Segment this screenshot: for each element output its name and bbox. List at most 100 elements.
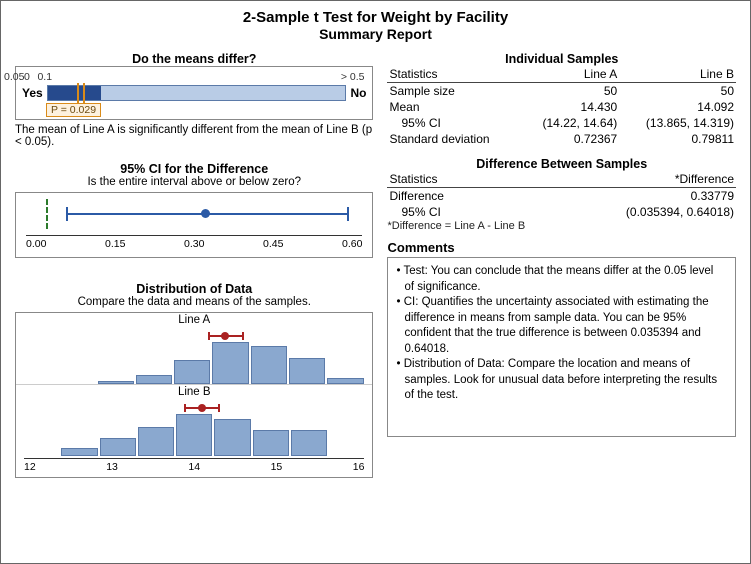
stat-name: Sample size [387, 83, 519, 100]
dist-x-3: 15 [271, 461, 283, 473]
dist-label-a: Line A [16, 313, 372, 326]
mean-ci-rcap-b [218, 404, 220, 412]
ci-axis: 0.00 0.15 0.30 0.45 0.60 [26, 235, 362, 251]
page-title: 2-Sample t Test for Weight by Facility [1, 9, 750, 26]
individual-samples-table: Statistics Line A Line B Sample size 50 … [387, 66, 736, 147]
significant-region [48, 86, 102, 100]
difference-table: Statistics *Difference Difference 0.3377… [387, 171, 736, 220]
hist-line-b [24, 398, 364, 456]
page-subtitle: Summary Report [1, 26, 750, 42]
hist-bar [136, 375, 172, 384]
table-row: 95% CI (14.22, 14.64) (13.865, 14.319) [387, 115, 736, 131]
comments-heading: Comments [387, 240, 736, 255]
stat-name: 95% CI [387, 115, 519, 131]
ci-plot: 0.00 0.15 0.30 0.45 0.60 [15, 192, 373, 258]
p-tick-3: > 0.5 [341, 71, 365, 83]
stat-a: (14.22, 14.64) [519, 115, 619, 131]
comment-item: • Test: You can conclude that the means … [404, 264, 725, 295]
ci-left-cap [66, 207, 68, 221]
mean-point-b [198, 404, 206, 412]
table-row: Sample size 50 50 [387, 83, 736, 100]
hist-bar [138, 427, 174, 456]
hist-bar [176, 414, 212, 456]
mean-ci-rcap-a [242, 332, 244, 340]
dist-sub: Compare the data and means of the sample… [15, 296, 373, 308]
p-value-track [47, 85, 347, 101]
table-row: Standard deviation 0.72367 0.79811 [387, 131, 736, 147]
table-row: Mean 14.430 14.092 [387, 99, 736, 115]
diff-col-stats: Statistics [387, 171, 506, 188]
p-value-bar: 0 0.05 0.1 > 0.5 Yes No P = 0.029 [15, 66, 373, 120]
ind-col-a: Line A [519, 66, 619, 83]
ci-axis-4: 0.60 [342, 238, 362, 251]
ci-point [201, 209, 210, 218]
hist-bar [212, 342, 248, 384]
stat-b: 0.79811 [619, 131, 736, 147]
hist-bar [251, 346, 287, 384]
p-tick-2: 0.1 [37, 71, 52, 83]
dist-x-4: 16 [353, 461, 365, 473]
hist-line-a [24, 326, 364, 384]
dist-heading: Distribution of Data [15, 282, 373, 296]
individual-samples-heading: Individual Samples [387, 52, 736, 66]
hist-bar [61, 448, 97, 456]
title-block: 2-Sample t Test for Weight by Facility S… [1, 9, 750, 42]
ci-axis-3: 0.45 [263, 238, 283, 251]
stat-val: 0.33779 [507, 188, 736, 205]
hist-bar [100, 438, 136, 456]
mean-point-a [221, 332, 229, 340]
table-row: Difference 0.33779 [387, 188, 736, 205]
stat-a: 0.72367 [519, 131, 619, 147]
hist-bar [174, 360, 210, 384]
p-value-ticks: 0 0.05 0.1 > 0.5 [22, 71, 366, 85]
ci-sub: Is the entire interval above or below ze… [15, 176, 373, 188]
diff-col-val: *Difference [507, 171, 736, 188]
hist-bar [327, 378, 363, 384]
hist-bar [98, 381, 134, 384]
hist-bar [253, 430, 289, 456]
dist-plot: Line A [15, 312, 373, 478]
means-differ-heading: Do the means differ? [15, 52, 373, 66]
ci-axis-1: 0.15 [105, 238, 125, 251]
ci-axis-0: 0.00 [26, 238, 46, 251]
p-marker [77, 83, 79, 103]
stat-b: 50 [619, 83, 736, 100]
mean-ci-lcap-a [208, 332, 210, 340]
stat-b: (13.865, 14.319) [619, 115, 736, 131]
p-value-label: P = 0.029 [46, 103, 101, 117]
stat-name: Difference [387, 188, 506, 205]
stat-name: Standard deviation [387, 131, 519, 147]
means-differ-caption: The mean of Line A is significantly diff… [15, 124, 373, 148]
dist-x-0: 12 [24, 461, 36, 473]
dist-x-2: 14 [188, 461, 200, 473]
comment-item: • Distribution of Data: Compare the loca… [404, 357, 725, 404]
stat-val: (0.035394, 0.64018) [507, 204, 736, 220]
stat-name: Mean [387, 99, 519, 115]
hist-bar [291, 430, 327, 456]
p-tick-1: 0.05 [4, 71, 24, 83]
ci-right-cap [347, 207, 349, 221]
table-row: 95% CI (0.035394, 0.64018) [387, 204, 736, 220]
yes-label: Yes [22, 86, 43, 100]
stat-a: 14.430 [519, 99, 619, 115]
dist-axis: 12 13 14 15 16 [24, 458, 364, 473]
comments-box: • Test: You can conclude that the means … [387, 257, 736, 437]
ind-col-stats: Statistics [387, 66, 519, 83]
stat-a: 50 [519, 83, 619, 100]
stat-name: 95% CI [387, 204, 506, 220]
comment-item: • CI: Quantifies the uncertainty associa… [404, 295, 725, 357]
mean-ci-lcap-b [184, 404, 186, 412]
p-tick-0: 0 [24, 71, 30, 83]
ci-zero-line [46, 199, 48, 229]
difference-footnote: *Difference = Line A - Line B [387, 220, 736, 232]
ci-heading: 95% CI for the Difference [15, 162, 373, 176]
no-label: No [350, 86, 366, 100]
dist-label-b: Line B [16, 384, 372, 398]
hist-bar [214, 419, 250, 456]
hist-bar [289, 358, 325, 384]
dist-x-1: 13 [106, 461, 118, 473]
ci-axis-2: 0.30 [184, 238, 204, 251]
p-marker-edge [83, 83, 85, 103]
stat-b: 14.092 [619, 99, 736, 115]
difference-heading: Difference Between Samples [387, 157, 736, 171]
